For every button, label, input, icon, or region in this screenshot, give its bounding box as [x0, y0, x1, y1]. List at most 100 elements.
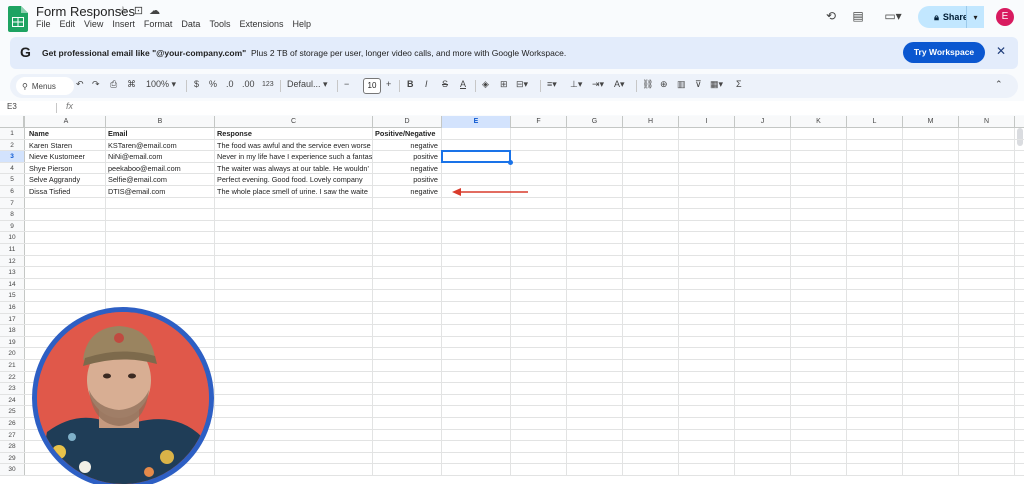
- cell-e13[interactable]: [442, 267, 511, 278]
- cell-d22[interactable]: [373, 371, 442, 383]
- cell-m2[interactable]: [903, 139, 959, 151]
- cell-h20[interactable]: [623, 348, 679, 359]
- cell-j7[interactable]: [735, 197, 791, 209]
- column-header-j[interactable]: J: [735, 116, 791, 128]
- cell-h3[interactable]: [623, 151, 679, 162]
- cell-e8[interactable]: [442, 209, 511, 220]
- cell-j8[interactable]: [735, 209, 791, 220]
- cell-l28[interactable]: [847, 441, 903, 452]
- cell-m23[interactable]: [903, 383, 959, 394]
- cell-b1[interactable]: Email: [106, 128, 215, 139]
- star-icon[interactable]: ☆: [118, 4, 128, 17]
- cell-e19[interactable]: [442, 336, 511, 348]
- cell-c2[interactable]: The food was awful and the service even …: [215, 139, 373, 151]
- undo-icon[interactable]: ↶: [76, 79, 84, 90]
- zoom-select[interactable]: 100% ▾: [146, 79, 176, 90]
- cell-k28[interactable]: [791, 441, 847, 452]
- row-header[interactable]: 21: [0, 360, 25, 371]
- cell-b4[interactable]: peekaboo@email.com: [106, 162, 215, 174]
- cell-e18[interactable]: [442, 325, 511, 336]
- cell-b8[interactable]: [106, 209, 215, 220]
- cell-j13[interactable]: [735, 267, 791, 278]
- cell-k2[interactable]: [791, 139, 847, 151]
- cell-d7[interactable]: [373, 197, 442, 209]
- cell-n28[interactable]: [959, 441, 1015, 452]
- cell-e7[interactable]: [442, 197, 511, 209]
- row-header[interactable]: 17: [0, 313, 25, 325]
- cell-g25[interactable]: [567, 406, 623, 417]
- cell-l24[interactable]: [847, 394, 903, 406]
- cell-c30[interactable]: [215, 464, 373, 475]
- cell-f10[interactable]: [511, 232, 567, 243]
- cell-d28[interactable]: [373, 441, 442, 452]
- cell-h9[interactable]: [623, 220, 679, 232]
- cell-m17[interactable]: [903, 313, 959, 325]
- cell-f26[interactable]: [511, 418, 567, 429]
- cell-e2[interactable]: [442, 139, 511, 151]
- cell-f2[interactable]: [511, 139, 567, 151]
- cell-n27[interactable]: [959, 429, 1015, 441]
- cell-i18[interactable]: [679, 325, 735, 336]
- cell-g15[interactable]: [567, 290, 623, 301]
- cell-b10[interactable]: [106, 232, 215, 243]
- cell-c18[interactable]: [215, 325, 373, 336]
- cell-m25[interactable]: [903, 406, 959, 417]
- cell-i7[interactable]: [679, 197, 735, 209]
- cell-k11[interactable]: [791, 244, 847, 255]
- cell-l1[interactable]: [847, 128, 903, 139]
- cell-g1[interactable]: [567, 128, 623, 139]
- row-header[interactable]: 8: [0, 209, 25, 220]
- row-header[interactable]: 26: [0, 418, 25, 429]
- cell-b3[interactable]: NiNi@email.com: [106, 151, 215, 162]
- cell-a3[interactable]: Nieve Kustomeer: [27, 151, 106, 162]
- cell-d5[interactable]: positive: [373, 174, 442, 185]
- cell-g5[interactable]: [567, 174, 623, 185]
- cell-d21[interactable]: [373, 360, 442, 371]
- cell-g6[interactable]: [567, 186, 623, 197]
- cell-b13[interactable]: [106, 267, 215, 278]
- cell-i10[interactable]: [679, 232, 735, 243]
- cell-h30[interactable]: [623, 464, 679, 475]
- cell-g22[interactable]: [567, 371, 623, 383]
- row-header[interactable]: 22: [0, 371, 25, 383]
- cell-g4[interactable]: [567, 162, 623, 174]
- percent-format-button[interactable]: %: [209, 79, 217, 89]
- cell-f28[interactable]: [511, 441, 567, 452]
- cell-n20[interactable]: [959, 348, 1015, 359]
- cell-c11[interactable]: [215, 244, 373, 255]
- cell-e12[interactable]: [442, 255, 511, 267]
- cell-c25[interactable]: [215, 406, 373, 417]
- cell-e4[interactable]: [442, 162, 511, 174]
- cell-f24[interactable]: [511, 394, 567, 406]
- column-header-h[interactable]: H: [623, 116, 679, 128]
- cell-f19[interactable]: [511, 336, 567, 348]
- cell-g19[interactable]: [567, 336, 623, 348]
- cell-n24[interactable]: [959, 394, 1015, 406]
- cell-i4[interactable]: [679, 162, 735, 174]
- cell-i5[interactable]: [679, 174, 735, 185]
- cell-l14[interactable]: [847, 278, 903, 290]
- cell-f12[interactable]: [511, 255, 567, 267]
- cell-i14[interactable]: [679, 278, 735, 290]
- cell-d10[interactable]: [373, 232, 442, 243]
- cell-j3[interactable]: [735, 151, 791, 162]
- cell-e17[interactable]: [442, 313, 511, 325]
- cell-l12[interactable]: [847, 255, 903, 267]
- cell-k30[interactable]: [791, 464, 847, 475]
- cell-g18[interactable]: [567, 325, 623, 336]
- cell-l6[interactable]: [847, 186, 903, 197]
- row-header[interactable]: 12: [0, 255, 25, 267]
- cell-f16[interactable]: [511, 302, 567, 313]
- cell-k16[interactable]: [791, 302, 847, 313]
- cell-k23[interactable]: [791, 383, 847, 394]
- cell-n16[interactable]: [959, 302, 1015, 313]
- cell-f20[interactable]: [511, 348, 567, 359]
- cell-h24[interactable]: [623, 394, 679, 406]
- cell-k4[interactable]: [791, 162, 847, 174]
- cell-k14[interactable]: [791, 278, 847, 290]
- cell-f21[interactable]: [511, 360, 567, 371]
- cell-m7[interactable]: [903, 197, 959, 209]
- column-header-l[interactable]: L: [847, 116, 903, 128]
- cell-m19[interactable]: [903, 336, 959, 348]
- cell-a15[interactable]: [27, 290, 106, 301]
